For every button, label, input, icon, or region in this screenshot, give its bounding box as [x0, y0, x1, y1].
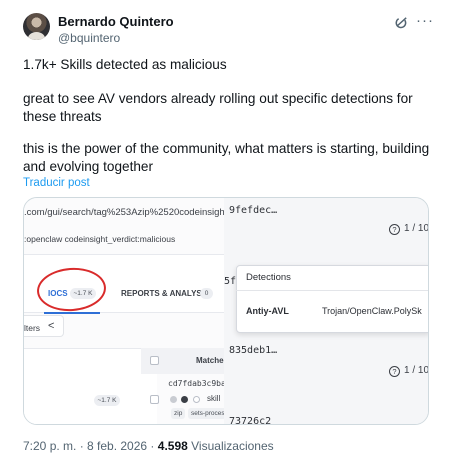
- tweet-text-line3: this is the power of the community, what…: [23, 141, 430, 174]
- row-skill: skill: [207, 394, 221, 403]
- detections-title: Detections: [246, 272, 291, 283]
- header-checkbox: [150, 356, 159, 365]
- help-icon: ?: [389, 224, 400, 235]
- translate-post-link[interactable]: Traducir post: [23, 177, 90, 189]
- grok-icon[interactable]: [394, 15, 409, 30]
- row-tag-zip: zip: [171, 408, 186, 419]
- post-timestamp[interactable]: 7:20 p. m. · 8 feb. 2026 ·: [23, 439, 154, 453]
- tab-iocs-underline: [44, 312, 100, 314]
- screenshot-url: .com/gui/search/tag%253Azip%2520codeinsi…: [24, 207, 255, 218]
- author-name[interactable]: Bernardo Quintero: [58, 14, 174, 29]
- author-handle[interactable]: @bquintero: [58, 31, 120, 45]
- tweet-text-line2: great to see AV vendors already rolling …: [23, 91, 413, 124]
- row-checkbox: [150, 395, 159, 404]
- views-count: 4.598: [157, 439, 188, 453]
- detection-result: Trojan/OpenClaw.PolySk: [322, 306, 422, 316]
- result-count-badge: ~1.7 K: [94, 395, 120, 406]
- tab-reports-count: 0: [200, 288, 213, 299]
- author-avatar[interactable]: [23, 13, 50, 40]
- row-hash: cd7fdab3c9ba: [168, 379, 226, 388]
- more-options-icon[interactable]: ···: [416, 12, 434, 29]
- views-label: Visualizaciones: [191, 439, 274, 453]
- detection-engine: Antiy-AVL: [246, 306, 289, 316]
- screenshot-query: :openclaw codeinsight_verdict:malicious: [24, 234, 176, 244]
- attached-screenshot[interactable]: .com/gui/search/tag%253Azip%2520codeinsi…: [23, 197, 429, 425]
- tab-reports-label: REPORTS & ANALYSIS: [121, 289, 210, 298]
- page-indicator-1: 1 / 10: [404, 223, 429, 234]
- chevron-left-icon: <: [48, 320, 55, 332]
- result-card: [24, 348, 157, 424]
- detections-divider: [236, 290, 428, 291]
- filters-label: lters: [24, 323, 41, 333]
- right-hash-2: 835deb1…: [229, 345, 278, 356]
- page-indicator-2: 1 / 10: [404, 365, 429, 376]
- tweet-text-line1: 1.7k+ Skills detected as malicious: [23, 57, 227, 72]
- hash-fragment: 5f: [224, 276, 237, 287]
- status-dot-icon: [170, 396, 177, 403]
- right-hash-3: 73726c2: [229, 416, 272, 425]
- help-icon: ?: [389, 366, 400, 377]
- info-icon: [193, 396, 200, 403]
- row-tag-sets-proces: sets-proces: [188, 408, 228, 419]
- globe-icon: [181, 396, 188, 403]
- post-meta: 7:20 p. m. · 8 feb. 2026 · 4.598 Visuali…: [23, 439, 274, 453]
- right-hash-1: 9fefdec…: [229, 205, 278, 216]
